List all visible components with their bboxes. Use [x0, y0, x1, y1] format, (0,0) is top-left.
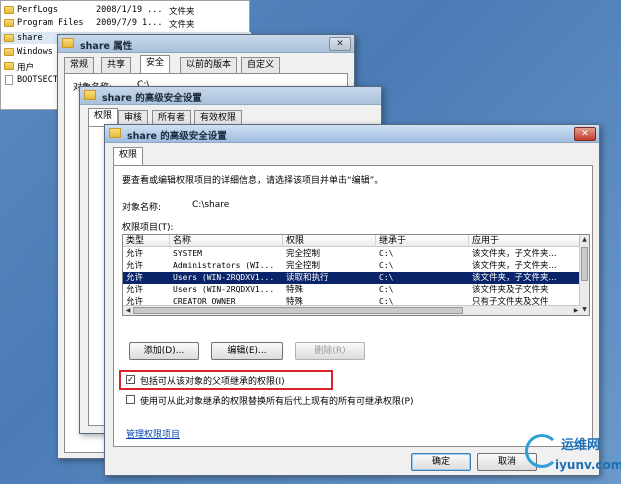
scroll-left-icon[interactable]: ◀ [123, 306, 133, 315]
horizontal-scrollbar[interactable]: ◀ ▶ [123, 305, 581, 315]
scrollbar-thumb[interactable] [581, 247, 588, 281]
object-name-label: 对象名称: [122, 203, 162, 213]
tab-customize[interactable]: 自定义 [241, 57, 281, 73]
watermark-url: iyunv.com [555, 458, 621, 472]
file-row[interactable]: Program Files 2009/7/9 1... 文件夹 [1, 17, 251, 30]
folder-icon [4, 34, 14, 42]
column-header-permission[interactable]: 权限 [283, 235, 376, 247]
scroll-up-icon[interactable]: ▲ [580, 235, 589, 245]
table-row[interactable]: 允许 Users (WIN-2RQDXV1... 特殊 C:\ 该文件夹及子文件… [123, 284, 581, 296]
advanced-titlebar: share 的高级安全设置 ✕ [105, 125, 599, 143]
ok-button[interactable]: 确定 [411, 453, 471, 471]
tab-security[interactable]: 安全 [140, 55, 171, 73]
folder-icon [84, 90, 96, 100]
folder-icon [62, 38, 74, 48]
window-title: share 的高级安全设置 [127, 131, 227, 142]
list-header: 类型 名称 权限 继承于 应用于 [123, 235, 581, 247]
vertical-scrollbar[interactable]: ▲ ▼ [579, 235, 589, 315]
column-header-name[interactable]: 名称 [170, 235, 283, 247]
permission-entries-list[interactable]: 类型 名称 权限 继承于 应用于 允许 SYSTEM 完全控制 C:\ 该文件夹… [122, 234, 590, 316]
scrollbar-thumb[interactable] [133, 307, 463, 314]
watermark-text: 运维网 [561, 438, 601, 453]
folder-icon [109, 128, 121, 138]
advanced-security-window: share 的高级安全设置 ✕ 权限 要查看或编辑权限项目的详细信息，请选择该项… [104, 124, 600, 476]
table-row[interactable]: 允许 Administrators (WI... 完全控制 C:\ 该文件夹，子… [123, 260, 581, 272]
file-icon [5, 75, 13, 85]
folder-icon [4, 62, 14, 70]
tab-permissions[interactable]: 权限 [113, 147, 144, 165]
include-inheritable-label[interactable]: 包括可从该对象的父项继承的权限(I) [140, 374, 285, 387]
manage-permission-entries-link[interactable]: 管理权限项目 [126, 427, 180, 440]
file-row[interactable]: PerfLogs 2008/1/19 ... 文件夹 [1, 4, 251, 17]
replace-children-checkbox[interactable] [126, 395, 135, 404]
permission-entries-label: 权限项目(T): [122, 223, 174, 233]
table-row[interactable]: 允许 SYSTEM 完全控制 C:\ 该文件夹，子文件夹... [123, 248, 581, 260]
include-inheritable-checkbox[interactable]: ✓ [126, 375, 135, 384]
scroll-right-icon[interactable]: ▶ [571, 306, 581, 315]
close-icon[interactable]: ✕ [574, 127, 596, 141]
close-icon[interactable]: ✕ [329, 37, 351, 51]
permissions-tab-panel: 要查看或编辑权限项目的详细信息，请选择该项目并单击“编辑”。 对象名称: C:\… [113, 165, 593, 447]
window-title: share 属性 [80, 41, 133, 52]
watermark-logo: 运维网 iyunv.com [525, 432, 621, 480]
window-title: share 的高级安全设置 [102, 93, 202, 104]
column-header-apply-to[interactable]: 应用于 [469, 235, 581, 247]
edit-button[interactable]: 编辑(E)... [211, 342, 283, 360]
folder-icon [4, 6, 14, 14]
properties-titlebar: share 属性 ✕ [58, 35, 354, 53]
table-row-selected[interactable]: 允许 Users (WIN-2RQDXV1... 读取和执行 C:\ 该文件夹，… [123, 272, 581, 284]
scroll-down-icon[interactable]: ▼ [580, 305, 589, 315]
logo-ring-icon [525, 434, 559, 468]
add-button[interactable]: 添加(D)... [129, 342, 199, 360]
column-header-type[interactable]: 类型 [123, 235, 170, 247]
instruction-text: 要查看或编辑权限项目的详细信息，请选择该项目并单击“编辑”。 [122, 176, 384, 186]
folder-icon [4, 48, 14, 56]
remove-button[interactable]: 删除(R) [295, 342, 365, 360]
tab-sharing[interactable]: 共享 [101, 57, 132, 73]
column-header-inherited-from[interactable]: 继承于 [376, 235, 469, 247]
tab-previous-versions[interactable]: 以前的版本 [180, 57, 238, 73]
replace-children-label[interactable]: 使用可从此对象继承的权限替换所有后代上现有的所有可继承权限(P) [140, 394, 413, 407]
folder-icon [4, 19, 14, 27]
object-name-value: C:\share [192, 200, 230, 210]
advanced-titlebar-background: share 的高级安全设置 [80, 87, 381, 105]
tab-general[interactable]: 常规 [64, 57, 95, 73]
